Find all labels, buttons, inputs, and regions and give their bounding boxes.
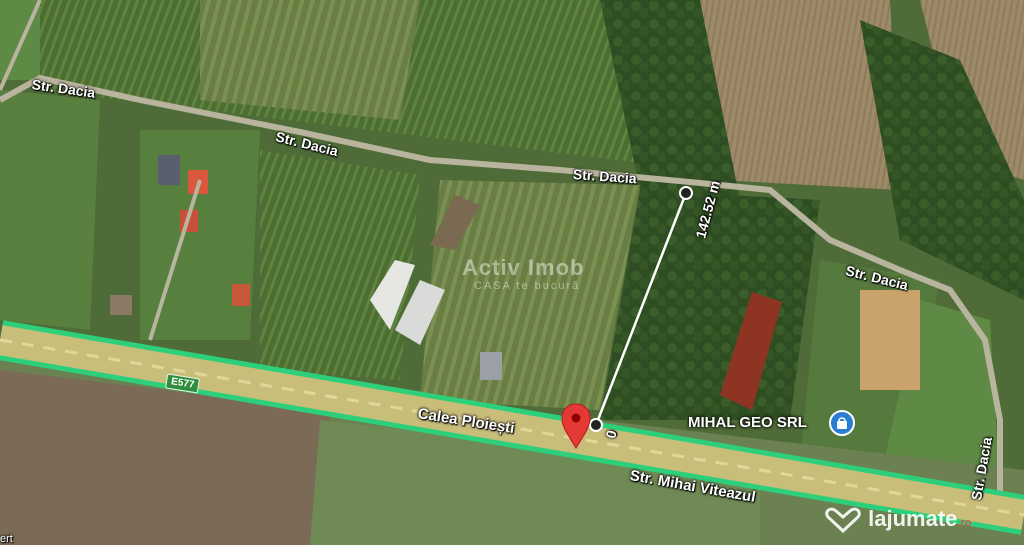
brand-name: lajumate xyxy=(868,506,958,531)
edge-label-fragment: ert xyxy=(0,533,13,545)
brand-heart-icon xyxy=(825,507,861,534)
measurement-end-point xyxy=(679,186,693,200)
brand-suffix: .ro xyxy=(957,517,972,529)
poi-label[interactable]: MIHAL GEO SRL xyxy=(688,414,807,431)
satellite-map[interactable]: Activ Imob CASA te bucură Str. Dacia Str… xyxy=(0,0,1024,545)
watermark-tagline: CASA te bucură xyxy=(474,280,581,292)
brand-logo: lajumate.ro xyxy=(824,506,972,534)
measurement-start-point xyxy=(589,418,603,432)
shopping-bag-icon[interactable] xyxy=(829,410,855,436)
watermark-title: Activ Imob xyxy=(462,255,585,280)
